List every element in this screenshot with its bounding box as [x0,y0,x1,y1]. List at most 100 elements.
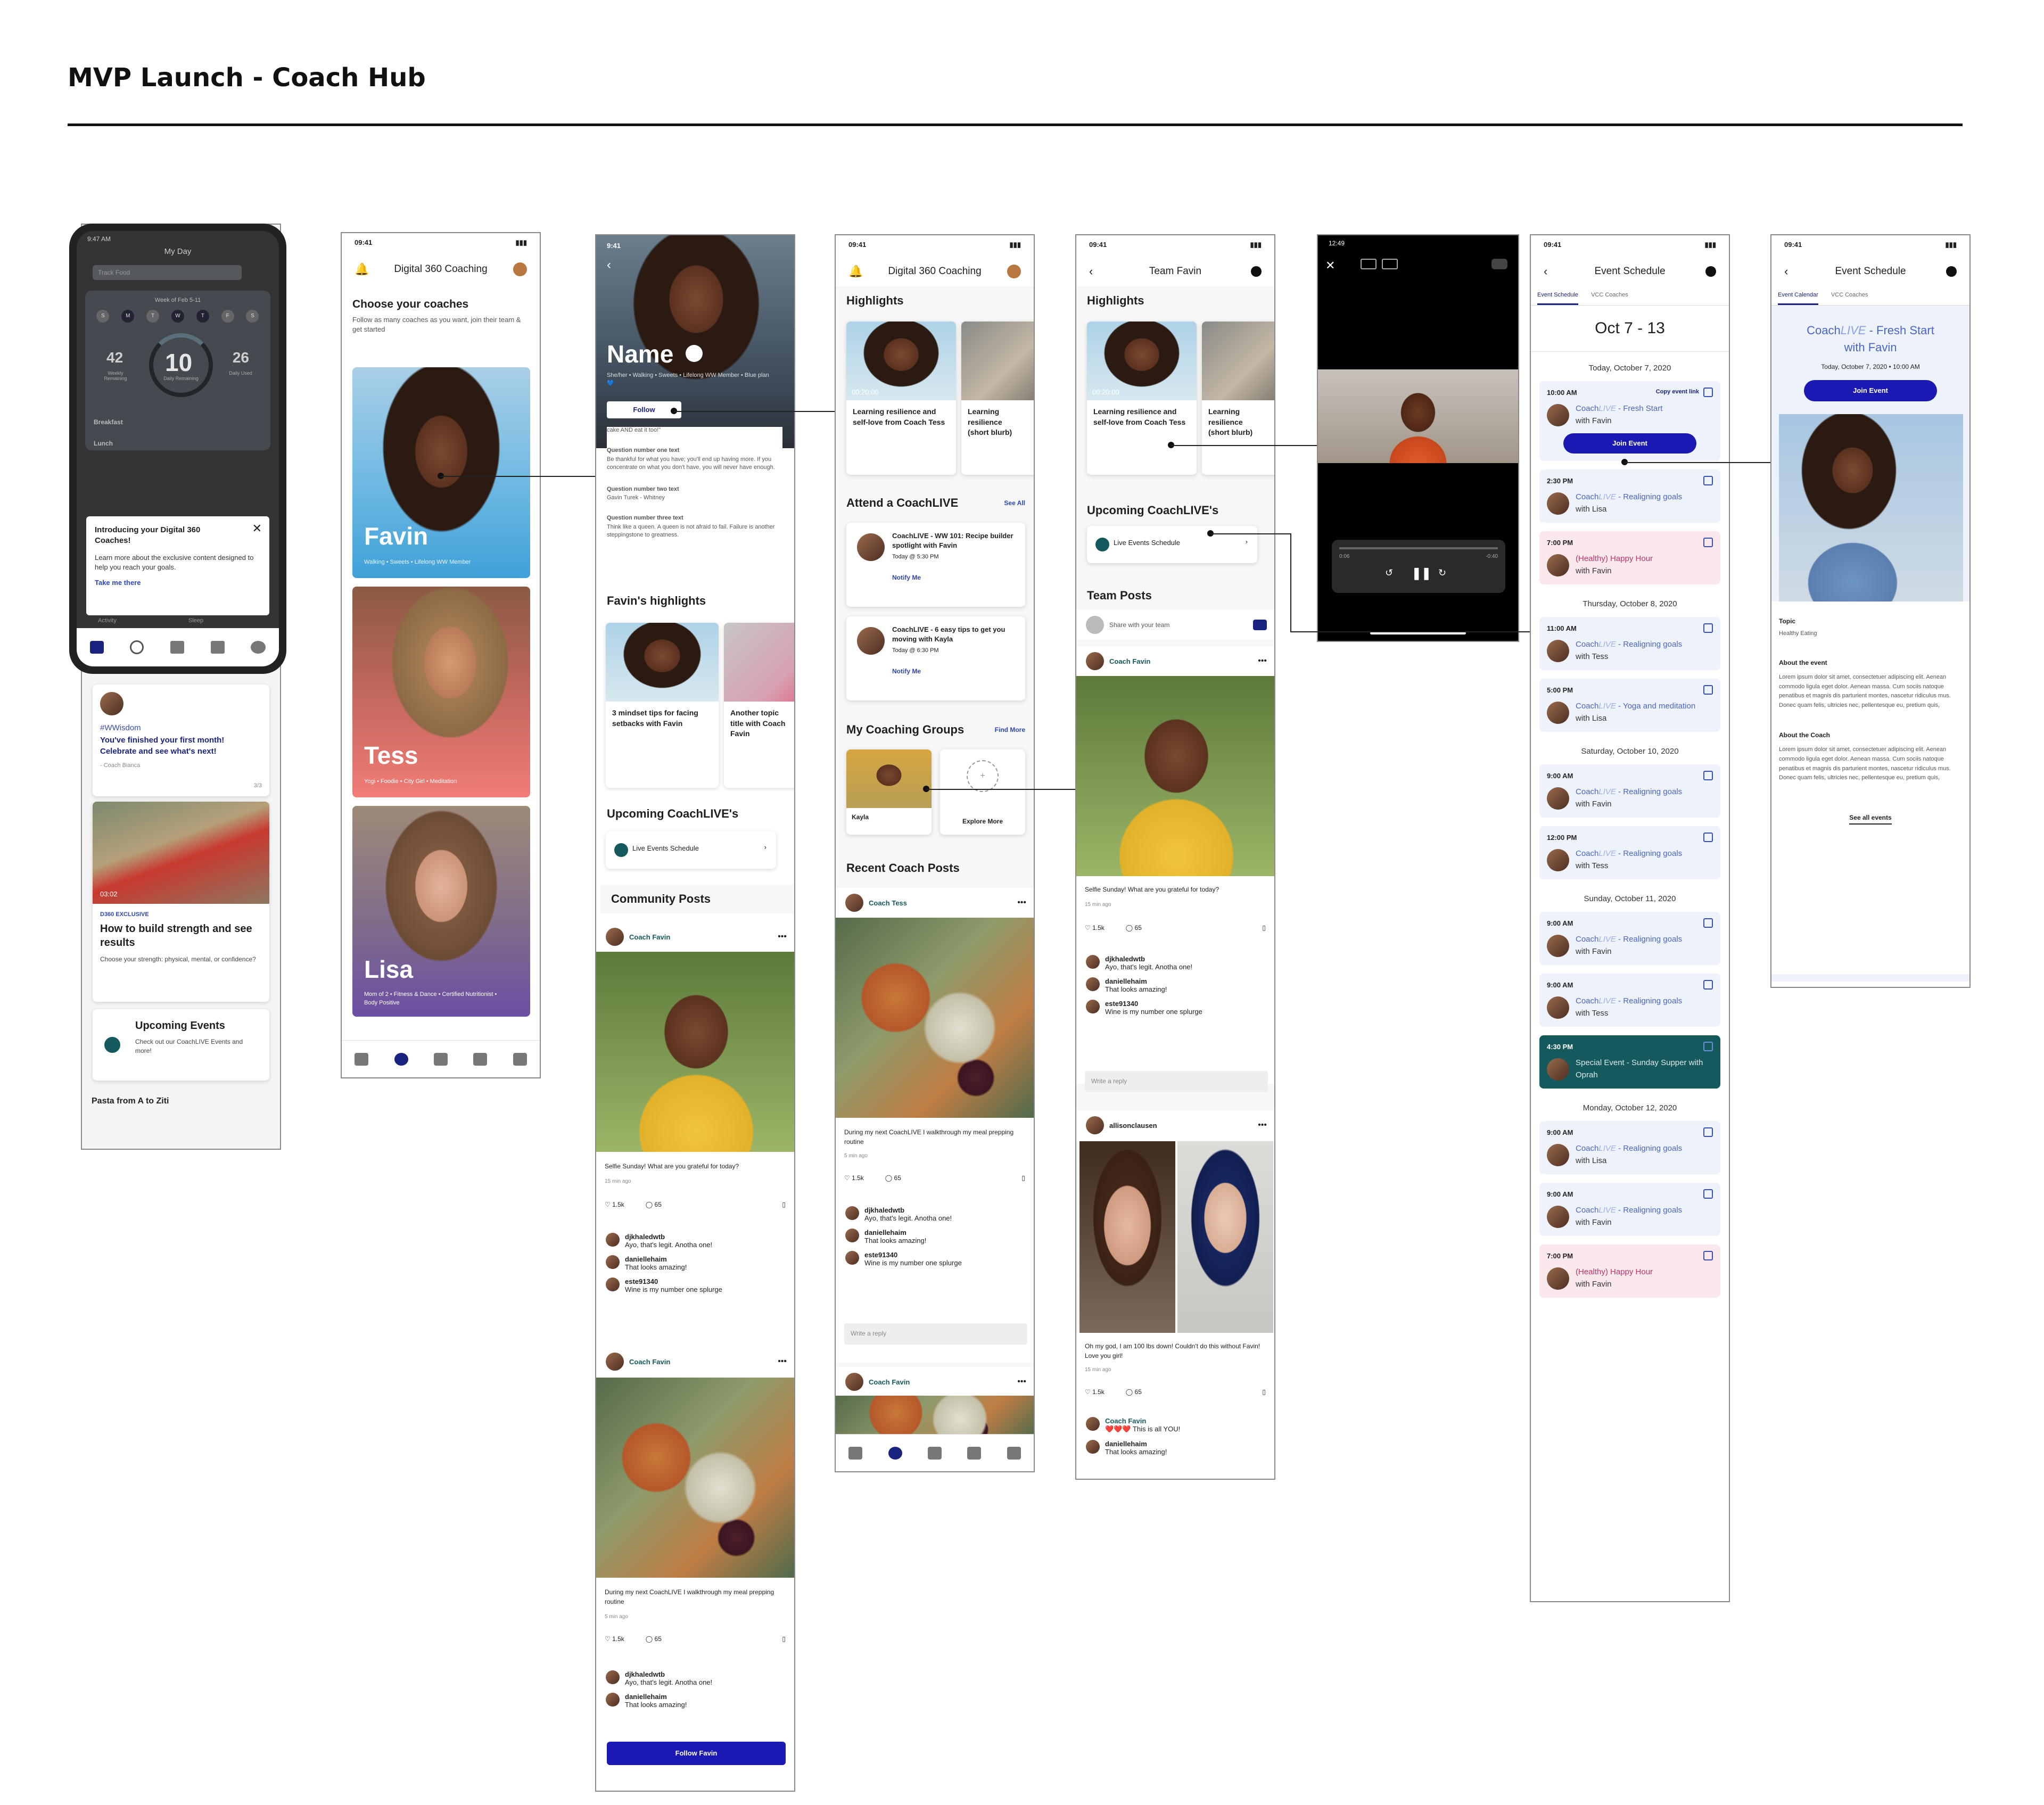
join-event-button[interactable]: Join Event [1563,433,1696,454]
comment-icon[interactable]: ◯ 65 [646,1201,662,1208]
tab-vcc-coaches[interactable]: VCC Coaches [1591,292,1628,305]
back-icon[interactable]: ‹ [1544,265,1547,278]
copy-event-link[interactable]: Copy event link [1656,389,1699,395]
comment-icon[interactable]: ◯ 65 [1126,1388,1142,1396]
copy-link-icon[interactable] [1703,918,1713,928]
pause-icon[interactable]: ❚❚ [1412,566,1431,580]
event-card[interactable]: 11:00 AM CoachLIVE - Realigning goals with… [1539,617,1720,670]
gift-icon[interactable] [433,1052,448,1066]
copy-link-icon[interactable] [1703,1251,1713,1260]
explore-more-card[interactable]: + Explore More [940,749,1025,835]
more-icon[interactable]: ••• [1017,898,1026,908]
avatar[interactable] [1007,265,1021,278]
exclusive-video[interactable]: 03:02 [93,802,269,904]
copy-link-icon[interactable] [1703,1042,1713,1051]
rewind-icon[interactable]: ↺ [1385,567,1393,579]
bookmark-icon[interactable]: ▯ [1262,1388,1266,1396]
live-events-schedule-link[interactable]: Live Events Schedule › [1087,526,1257,563]
copy-link-icon[interactable] [1703,623,1713,633]
more-icon[interactable]: ••• [778,1357,787,1366]
coach-icon[interactable] [394,1052,408,1066]
coach-card-tess[interactable]: Tess Yogi • Foodie • City Girl • Meditat… [352,587,530,797]
camera-icon[interactable] [1253,620,1267,630]
find-more-link[interactable]: Find More [995,726,1025,733]
event-card[interactable]: 9:00 AM CoachLIVE - Realigning goals with … [1539,1121,1720,1174]
highlight-card[interactable]: Another topic title with Coach Favin [724,623,794,788]
bookmark-icon[interactable]: ▯ [782,1635,786,1643]
highlight-card[interactable]: Learning resilience (short blurb) [961,322,1034,475]
day-picker[interactable]: S M T W T F S [85,303,270,329]
event-card[interactable]: 9:00 AM CoachLIVE - Realigning goals with … [1539,974,1720,1027]
reply-input[interactable]: Write a reply [844,1323,1027,1345]
news-icon[interactable] [473,1052,488,1066]
pip-icon[interactable] [1361,259,1377,269]
copy-link-icon[interactable] [1703,476,1713,485]
event-card[interactable]: 7:00 PM (Healthy) Happy Hour with Favin [1539,1244,1720,1298]
bell-icon[interactable]: 🔔 [355,262,369,276]
bookmark-icon[interactable]: ▯ [1262,924,1266,932]
copy-link-icon[interactable] [1703,538,1713,547]
follow-button[interactable]: Follow [607,401,681,418]
heart-icon[interactable]: ♡ 1.5k [605,1635,624,1643]
info-icon[interactable] [1251,266,1262,277]
info-icon[interactable] [1946,266,1957,277]
bell-icon[interactable]: 🔔 [848,265,863,278]
copy-link-icon[interactable] [1703,685,1713,695]
calendar-icon[interactable] [355,1052,369,1066]
comment-icon[interactable]: ◯ 65 [885,1174,901,1182]
event-card[interactable]: 12:00 PM CoachLIVE - Realigning goals with… [1539,826,1720,879]
close-icon[interactable]: ✕ [252,522,262,535]
highlight-card[interactable]: 3 mindset tips for facing setbacks with … [606,623,719,788]
comment-icon[interactable]: ◯ 65 [646,1635,662,1643]
layout-icon[interactable] [1382,259,1398,269]
community-icon[interactable] [513,1052,527,1066]
share-input[interactable]: Share with your team [1076,610,1274,640]
tab-vcc-coaches[interactable]: VCC Coaches [1831,292,1868,305]
more-icon[interactable]: ••• [1258,1120,1267,1130]
event-card[interactable]: 9:00 AM CoachLIVE - Realigning goals with … [1539,912,1720,965]
copy-link-icon[interactable] [1703,388,1713,397]
search-input[interactable]: Track Food [93,265,242,280]
play-icon[interactable] [686,345,703,362]
reply-input[interactable]: Write a reply [1085,1071,1268,1092]
copy-link-icon[interactable] [1703,833,1713,842]
info-icon[interactable] [1705,266,1716,277]
follow-favin-button[interactable]: Follow Favin [607,1742,786,1765]
coach-card-lisa[interactable]: Lisa Mom of 2 • Fitness & Dance • Certif… [352,806,530,1017]
back-icon[interactable]: ‹ [607,258,611,273]
tab-event-schedule[interactable]: Event Schedule [1537,292,1579,305]
bookmark-icon[interactable]: ▯ [1021,1174,1025,1182]
event-card[interactable]: 9:00 AM CoachLIVE - Realigning goals with … [1539,1183,1720,1236]
heart-icon[interactable]: ♡ 1.5k [605,1201,624,1208]
highlight-card[interactable]: 00:20:00 Learning resilience and self-lo… [1087,322,1197,475]
volume-icon[interactable] [1491,259,1507,269]
group-card-kayla[interactable]: Kayla [846,749,932,835]
highlight-card[interactable]: 00:20:00 Learning resilience and self-lo… [846,322,956,475]
gift-icon[interactable] [927,1446,942,1460]
join-event-button[interactable]: Join Event [1804,380,1937,401]
event-card[interactable]: CoachLIVE - 6 easy tips to get you movin… [846,616,1025,700]
copy-link-icon[interactable] [1703,980,1713,990]
community-icon[interactable] [1007,1446,1021,1460]
meal-lunch[interactable]: Lunch [94,440,262,447]
heart-icon[interactable]: ♡ 1.5k [1085,924,1105,932]
avatar[interactable] [513,262,527,276]
meal-breakfast[interactable]: Breakfast [94,418,262,426]
more-icon[interactable]: ••• [1258,656,1267,666]
event-card[interactable]: 5:00 PM CoachLIVE - Yoga and meditation wi… [1539,679,1720,732]
event-card[interactable]: 10:00 AM Copy event link CoachLIVE - Fresh… [1539,381,1720,461]
event-card[interactable]: CoachLIVE - WW 101: Recipe builder spotl… [846,523,1025,607]
back-icon[interactable]: ‹ [1784,265,1788,278]
notify-me-button[interactable]: Notify Me [892,667,1017,675]
coach-icon[interactable] [130,640,144,654]
highlight-card[interactable]: Learning resilience (short blurb) [1202,322,1274,475]
see-all-events-link[interactable]: See all events [1849,813,1892,825]
see-all-link[interactable]: See All [1004,499,1025,507]
calendar-icon[interactable] [848,1446,863,1460]
news-icon[interactable] [210,641,225,654]
take-me-there-link[interactable]: Take me there [95,579,261,587]
forward-icon[interactable]: ↻ [1438,567,1446,579]
calendar-icon[interactable] [89,641,104,654]
progress-bar[interactable] [1339,547,1498,549]
copy-link-icon[interactable] [1703,1127,1713,1137]
